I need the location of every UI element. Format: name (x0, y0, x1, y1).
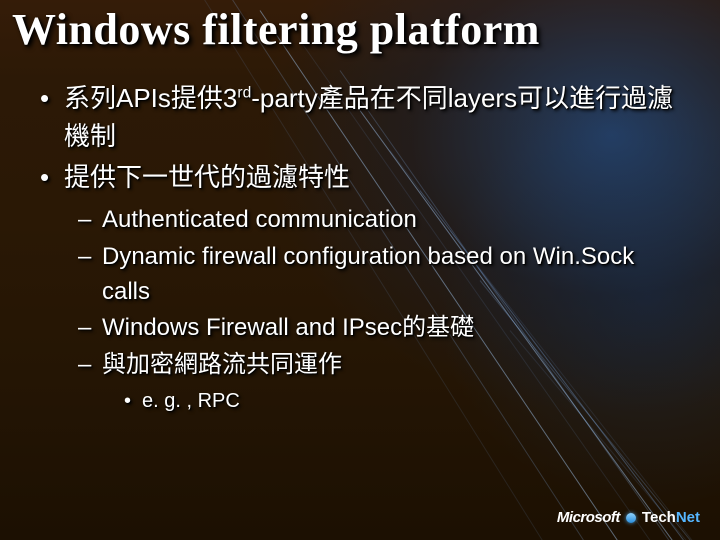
subbullet-1: Authenticated communication (74, 203, 680, 238)
logo-net: Net (676, 509, 700, 526)
subbullet-4-text: 與加密網路流共同運作 (102, 351, 342, 378)
footer-logo: Microsoft TechNet (557, 509, 700, 526)
logo-dot-icon (626, 513, 636, 523)
subbullet-2: Dynamic firewall configuration based on … (74, 240, 680, 310)
bullet-1: 系列APIs提供3rd-party產品在不同layers可以進行過濾機制 (36, 80, 680, 155)
bullet-1-text-pre: 系列APIs提供3 (64, 83, 237, 113)
subbullet-3: Windows Firewall and IPsec的基礎 (74, 311, 680, 346)
subbullet-2-text: Dynamic firewall configuration based on … (102, 243, 634, 305)
subsubbullet-1-text: e. g. , RPC (142, 390, 240, 412)
logo-technet: TechNet (642, 509, 700, 526)
bullet-2-text: 提供下一世代的過濾特性 (64, 162, 350, 192)
bullet-1-sup: rd (237, 84, 251, 101)
subbullet-1-text: Authenticated communication (102, 206, 417, 233)
subbullet-3-text: Windows Firewall and IPsec的基礎 (102, 314, 474, 341)
slide-root: Windows filtering platform 系列APIs提供3rd-p… (0, 0, 720, 540)
slide-title: Windows filtering platform (12, 4, 540, 55)
logo-tech: Tech (642, 509, 676, 526)
subsubbullet-1: e. g. , RPC (120, 387, 680, 416)
slide-body: 系列APIs提供3rd-party產品在不同layers可以進行過濾機制 提供下… (30, 80, 680, 420)
bullet-2: 提供下一世代的過濾特性 Authenticated communication … (36, 159, 680, 416)
logo-microsoft: Microsoft (557, 509, 620, 526)
subbullet-4: 與加密網路流共同運作 e. g. , RPC (74, 348, 680, 416)
